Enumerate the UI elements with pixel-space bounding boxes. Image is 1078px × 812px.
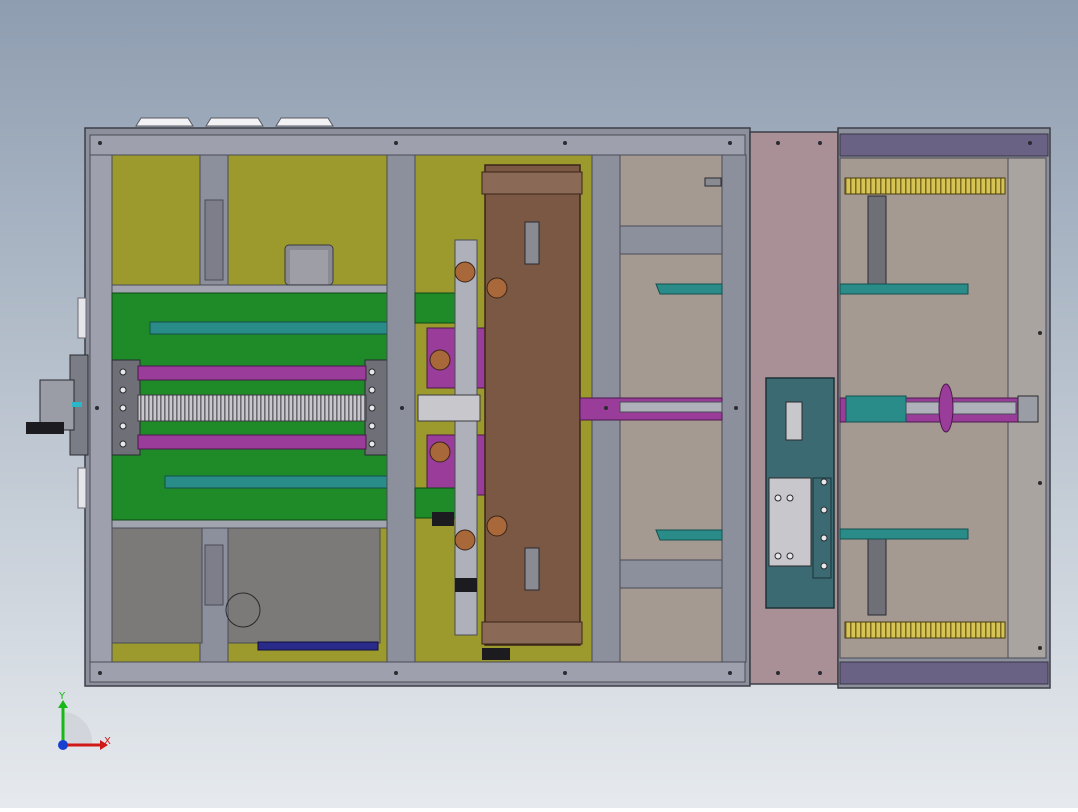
control-box [765, 377, 835, 609]
bolt-marker [563, 141, 567, 145]
x-axis-label: X [104, 736, 111, 747]
bolt-marker [734, 406, 738, 410]
roller-marker [119, 404, 127, 412]
bolt-marker [776, 141, 780, 145]
bolt-marker [776, 671, 780, 675]
bolt-marker [394, 141, 398, 145]
bolt-marker [1028, 141, 1032, 145]
roller-marker [774, 552, 782, 560]
cad-viewport[interactable]: X Y [0, 0, 1078, 808]
bolt-marker [98, 141, 102, 145]
roller-marker [820, 478, 828, 486]
bolt-marker [728, 141, 732, 145]
bolt-marker [400, 406, 404, 410]
ball-screw-unit [111, 359, 388, 456]
roller-marker [820, 562, 828, 570]
roller-marker [119, 440, 127, 448]
bolt-marker [1038, 481, 1042, 485]
bolt-marker [1038, 331, 1042, 335]
bolt-marker [1038, 646, 1042, 650]
bolt-marker [818, 671, 822, 675]
roller-marker [820, 534, 828, 542]
roller-marker [368, 368, 376, 376]
roller-marker [119, 422, 127, 430]
roller-marker [368, 386, 376, 394]
roller-marker [119, 386, 127, 394]
bolt-marker [604, 406, 608, 410]
bolt-marker [394, 671, 398, 675]
roller-marker [119, 368, 127, 376]
bolt-marker [818, 141, 822, 145]
roller-marker [368, 422, 376, 430]
bolt-marker [563, 671, 567, 675]
roller-marker [368, 440, 376, 448]
roller-marker [368, 404, 376, 412]
roller-marker [774, 494, 782, 502]
roller-marker [786, 552, 794, 560]
bolt-marker [728, 671, 732, 675]
machine-top-view[interactable]: X Y [0, 0, 1078, 808]
top-mount-tabs [135, 117, 334, 127]
y-axis-label: Y [58, 691, 66, 702]
bolt-marker [98, 671, 102, 675]
middle-bay [414, 154, 593, 663]
right-frame-assembly [837, 127, 1051, 689]
roller-marker [820, 506, 828, 514]
bolt-marker [95, 406, 99, 410]
roller-marker [786, 494, 794, 502]
